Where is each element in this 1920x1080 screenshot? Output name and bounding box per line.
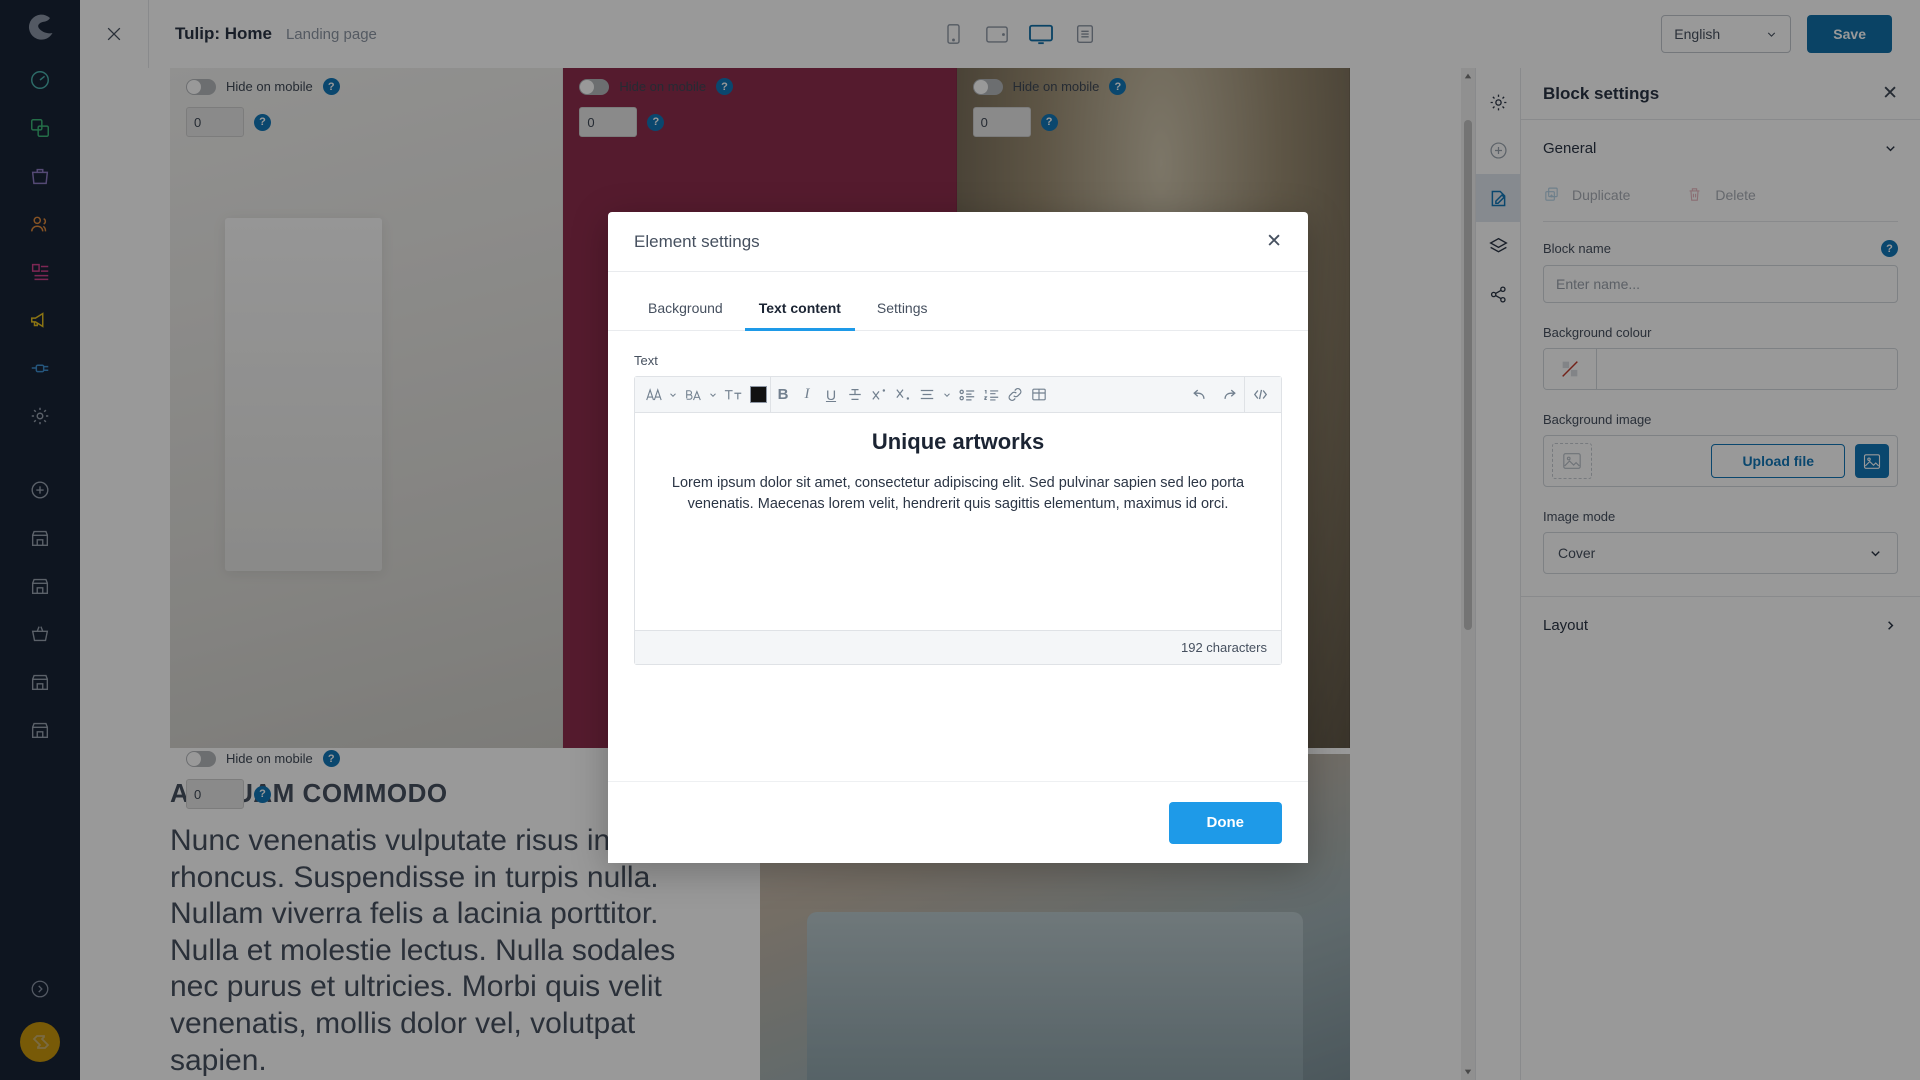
close-icon[interactable]: ✕ bbox=[1266, 232, 1282, 251]
modal-tabs: Background Text content Settings bbox=[608, 272, 1308, 331]
font-family-caret-icon[interactable] bbox=[665, 381, 681, 409]
source-code-icon[interactable] bbox=[1245, 381, 1275, 409]
modal-footer: Done bbox=[608, 781, 1308, 863]
tab-text-content[interactable]: Text content bbox=[744, 290, 855, 331]
strikethrough-icon[interactable] bbox=[843, 381, 867, 409]
editor-toolbar: B I U bbox=[635, 376, 1281, 413]
toolbar-group-history bbox=[1184, 377, 1244, 413]
table-icon[interactable] bbox=[1027, 381, 1051, 409]
toolbar-group-font bbox=[641, 377, 770, 413]
font-size-icon[interactable] bbox=[681, 381, 705, 409]
element-settings-modal: Element settings ✕ Background Text conte… bbox=[608, 212, 1308, 863]
editor-paragraph: Lorem ipsum dolor sit amet, consectetur … bbox=[671, 475, 1245, 512]
toolbar-group-source bbox=[1244, 376, 1275, 413]
toolbar-group-style: B I U bbox=[770, 376, 1051, 413]
superscript-icon[interactable] bbox=[867, 381, 891, 409]
tab-settings[interactable]: Settings bbox=[863, 290, 942, 331]
editor-heading: Unique artworks bbox=[871, 429, 1045, 454]
modal-body: Text B I U Unique artworks Lorem ipsum d… bbox=[608, 331, 1308, 781]
editor-footer: 192 characters bbox=[635, 630, 1281, 664]
undo-icon[interactable] bbox=[1184, 381, 1214, 409]
font-family-icon[interactable] bbox=[641, 381, 665, 409]
done-button[interactable]: Done bbox=[1168, 801, 1282, 844]
underline-icon[interactable]: U bbox=[819, 381, 843, 409]
align-icon[interactable] bbox=[915, 381, 939, 409]
tab-background[interactable]: Background bbox=[634, 290, 737, 331]
link-icon[interactable] bbox=[1003, 381, 1027, 409]
clear-format-icon[interactable] bbox=[721, 381, 746, 409]
bold-icon[interactable]: B bbox=[771, 381, 795, 409]
redo-icon[interactable] bbox=[1214, 381, 1244, 409]
modal-header: Element settings ✕ bbox=[608, 212, 1308, 272]
italic-icon[interactable]: I bbox=[795, 381, 819, 409]
align-caret-icon[interactable] bbox=[939, 381, 955, 409]
font-size-caret-icon[interactable] bbox=[705, 381, 721, 409]
text-field-label: Text bbox=[634, 353, 658, 368]
numbered-list-icon[interactable] bbox=[979, 381, 1003, 409]
subscript-icon[interactable] bbox=[891, 381, 915, 409]
bullet-list-icon[interactable] bbox=[955, 381, 979, 409]
character-count: 192 characters bbox=[1181, 640, 1267, 655]
rich-text-editor: B I U Unique artworks Lorem ipsum dolor … bbox=[634, 376, 1282, 665]
modal-title: Element settings bbox=[634, 231, 760, 251]
text-colour-swatch[interactable] bbox=[746, 381, 770, 409]
editor-content-area[interactable]: Unique artworks Lorem ipsum dolor sit am… bbox=[635, 413, 1281, 630]
